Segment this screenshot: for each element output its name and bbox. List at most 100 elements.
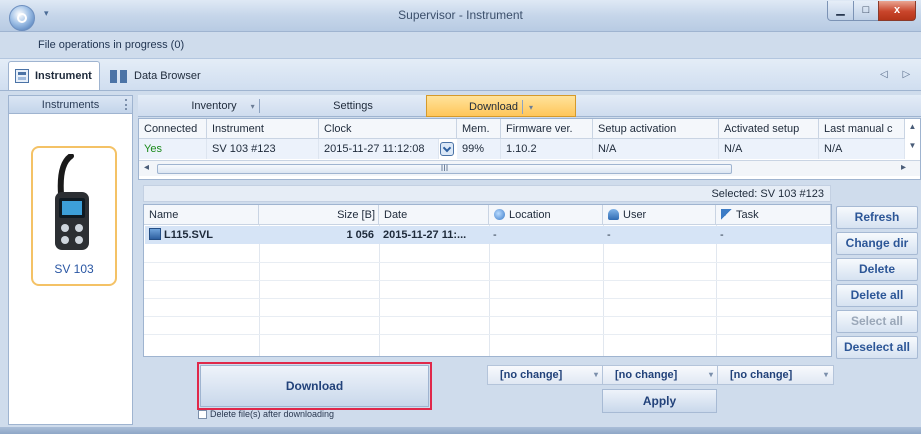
tab-instrument-label: Instrument xyxy=(35,70,92,82)
file-location[interactable]: - xyxy=(489,226,603,244)
task-combo-value: [no change] xyxy=(730,369,793,381)
col-last-manual[interactable]: Last manual c xyxy=(819,119,905,139)
refresh-button[interactable]: Refresh xyxy=(836,206,918,229)
cell-last-manual[interactable]: N/A xyxy=(819,139,905,159)
col-location[interactable]: Location xyxy=(489,205,603,225)
col-setup-activation[interactable]: Setup activation xyxy=(593,119,719,139)
row-divider xyxy=(144,298,831,299)
file-operations-status: File operations in progress (0) xyxy=(38,39,185,51)
file-size[interactable]: 1 056 xyxy=(259,226,379,244)
file-user[interactable]: - xyxy=(603,226,716,244)
delete-after-download-checkbox[interactable] xyxy=(198,409,207,419)
cell-clock[interactable]: 2015-11-27 11:12:08 xyxy=(319,139,439,159)
user-icon xyxy=(608,209,619,220)
sound-level-meter-image xyxy=(55,154,89,250)
column-divider xyxy=(603,225,604,356)
task-icon xyxy=(721,209,732,220)
scroll-right-icon[interactable]: ▸ xyxy=(901,162,906,173)
col-memory[interactable]: Mem. xyxy=(457,119,501,139)
instruments-panel-header: Instruments xyxy=(9,96,132,114)
inventory-dropdown-icon[interactable]: ▾ xyxy=(251,102,255,111)
col-task-label: Task xyxy=(736,209,759,221)
location-combo-value: [no change] xyxy=(500,369,563,381)
column-divider xyxy=(489,225,490,356)
row-divider xyxy=(144,280,831,281)
instrument-icon xyxy=(15,69,29,83)
col-date-label: Date xyxy=(384,209,408,221)
download-dropdown-icon[interactable]: ▾ xyxy=(529,103,533,112)
device-card[interactable]: SV 103 xyxy=(31,146,117,286)
column-divider xyxy=(379,225,380,356)
chevron-down-icon[interactable]: ▾ xyxy=(594,366,598,384)
file-date[interactable]: 2015-11-27 11:... xyxy=(379,226,489,244)
cell-firmware[interactable]: 1.10.2 xyxy=(501,139,593,159)
tab-data-browser-label: Data Browser xyxy=(134,69,201,82)
delete-all-button[interactable]: Delete all xyxy=(836,284,918,307)
tab-separator xyxy=(258,99,260,114)
col-connected[interactable]: Connected xyxy=(139,119,207,139)
apply-button[interactable]: Apply xyxy=(602,389,717,413)
delete-button[interactable]: Delete xyxy=(836,258,918,281)
ribbon-scroll-arrows[interactable]: ◁ ▷ xyxy=(880,69,916,80)
scroll-left-icon[interactable]: ◂ xyxy=(144,162,149,173)
cell-instrument[interactable]: SV 103 #123 xyxy=(207,139,319,159)
user-combo[interactable]: [no change] ▾ xyxy=(602,365,719,385)
download-button[interactable]: Download xyxy=(200,365,429,407)
task-combo[interactable]: [no change] ▾ xyxy=(717,365,834,385)
window-title: Supervisor - Instrument xyxy=(398,8,523,22)
col-size[interactable]: Size [B] xyxy=(259,205,379,225)
scroll-up-icon[interactable]: ▲ xyxy=(905,122,920,131)
column-divider xyxy=(716,225,717,356)
col-firmware[interactable]: Firmware ver. xyxy=(501,119,593,139)
deselect-all-button[interactable]: Deselect all xyxy=(836,336,918,359)
change-dir-button[interactable]: Change dir xyxy=(836,232,918,255)
tab-data-browser[interactable]: Data Browser xyxy=(104,61,214,90)
col-instrument[interactable]: Instrument xyxy=(207,119,319,139)
col-user[interactable]: User xyxy=(603,205,716,225)
device-name: SV 103 xyxy=(54,262,94,276)
vertical-scrollbar[interactable]: ▲ ▼ xyxy=(905,119,920,159)
minimize-button[interactable]: ▁ xyxy=(827,1,854,21)
cell-connected[interactable]: Yes xyxy=(139,139,207,159)
tab-settings[interactable]: Settings xyxy=(298,95,408,117)
chevron-down-icon[interactable]: ▾ xyxy=(824,366,828,384)
select-all-button[interactable]: Select all xyxy=(836,310,918,333)
col-name[interactable]: Name xyxy=(144,205,259,225)
cell-activated-setup[interactable]: N/A xyxy=(719,139,819,159)
row-divider xyxy=(144,316,831,317)
table-row[interactable]: L115.SVL 1 056 2015-11-27 11:... - - - xyxy=(145,226,831,244)
delete-after-download-label: Delete file(s) after downloading xyxy=(210,409,335,419)
maximize-button[interactable]: □ xyxy=(853,1,879,21)
selected-instrument-label: Selected: SV 103 #123 xyxy=(143,185,831,202)
tab-download[interactable]: Download ▾ xyxy=(426,95,576,117)
scroll-thumb[interactable]: III xyxy=(157,164,732,174)
file-name-cell[interactable]: L115.SVL xyxy=(145,226,259,244)
cell-setup-activation[interactable]: N/A xyxy=(593,139,719,159)
col-clock[interactable]: Clock xyxy=(319,119,457,139)
col-location-label: Location xyxy=(509,209,551,221)
globe-icon xyxy=(494,209,505,220)
panel-grip-icon[interactable] xyxy=(125,99,127,110)
close-button[interactable]: x xyxy=(878,1,916,21)
scroll-down-icon[interactable]: ▼ xyxy=(905,141,920,150)
delete-after-download-option[interactable]: Delete file(s) after downloading xyxy=(198,409,334,419)
tab-settings-label: Settings xyxy=(333,100,373,112)
col-date[interactable]: Date xyxy=(379,205,489,225)
col-user-label: User xyxy=(623,209,647,221)
instruments-panel: Instruments SV 103 xyxy=(8,95,133,425)
file-task[interactable]: - xyxy=(716,226,830,244)
col-activated-setup[interactable]: Activated setup xyxy=(719,119,819,139)
horizontal-scrollbar[interactable]: ◂ III ▸ xyxy=(139,160,920,176)
chevron-down-icon[interactable]: ▾ xyxy=(709,366,713,384)
file-icon xyxy=(149,228,161,240)
location-combo[interactable]: [no change] ▾ xyxy=(487,365,604,385)
cell-memory[interactable]: 99% xyxy=(457,139,501,159)
clock-sync-icon[interactable] xyxy=(440,142,454,156)
instrument-grid: Connected Instrument Clock Mem. Firmware… xyxy=(138,118,921,180)
file-name: L115.SVL xyxy=(164,229,213,241)
tab-instrument[interactable]: Instrument xyxy=(8,61,100,90)
column-divider xyxy=(259,225,260,356)
tab-inventory[interactable]: Inventory ▾ xyxy=(158,95,293,117)
tab-download-label: Download xyxy=(469,101,518,113)
col-task[interactable]: Task xyxy=(716,205,831,225)
